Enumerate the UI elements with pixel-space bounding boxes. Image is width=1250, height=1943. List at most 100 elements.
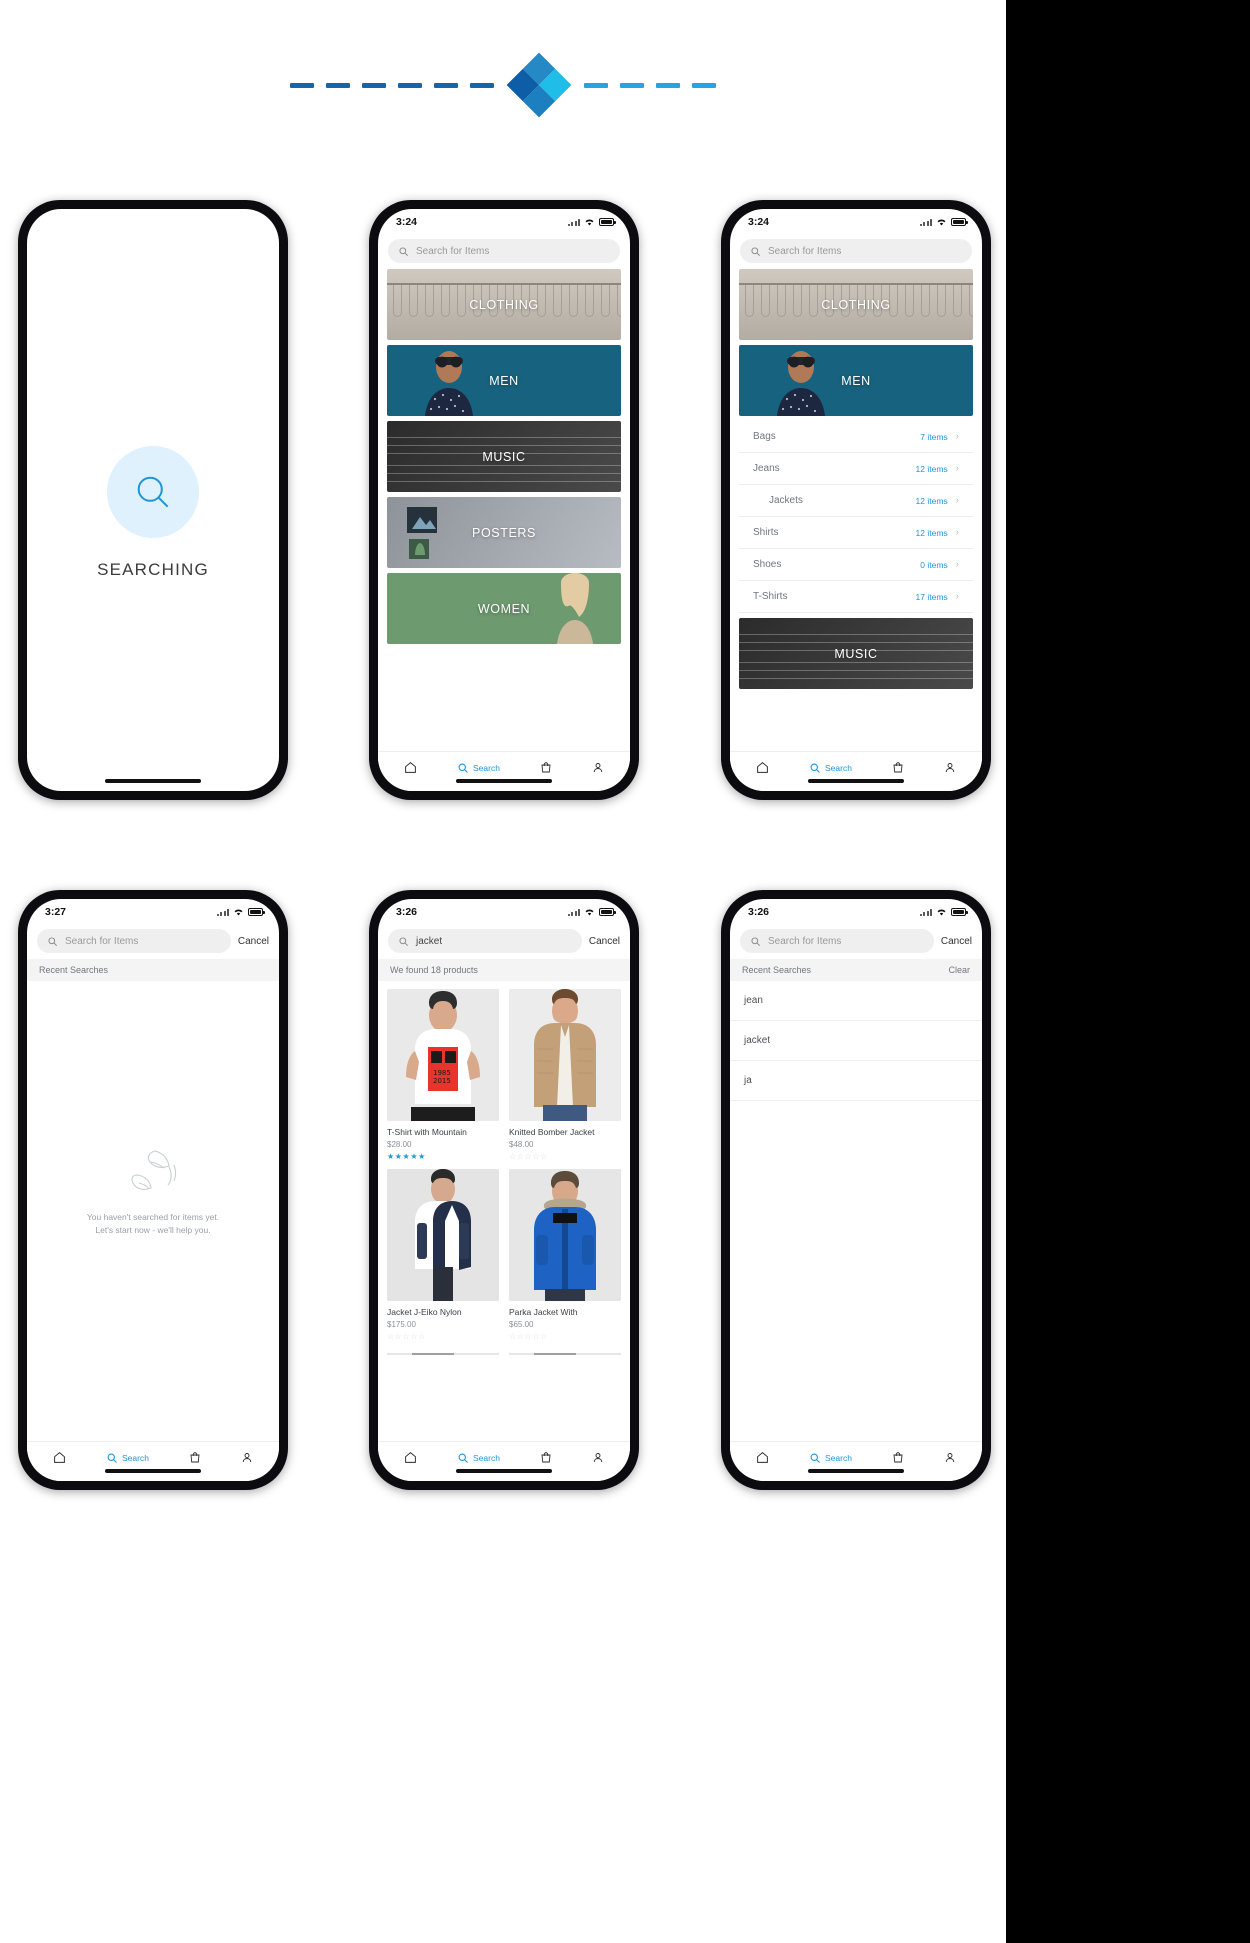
subcategory-count: 12 items [915, 527, 948, 538]
product-card[interactable]: Knitted Bomber Jacket $48.00 ☆☆☆☆☆ [509, 989, 621, 1161]
product-card[interactable]: Jacket J-Eiko Nylon $175.00 ☆☆☆☆☆ [387, 1169, 499, 1341]
signal-icon [216, 908, 229, 916]
nav-profile[interactable] [592, 761, 604, 774]
search-value: jacket [416, 935, 443, 947]
chevron-right-icon: › [955, 527, 959, 538]
search-placeholder: Search for Items [65, 935, 139, 947]
subcategory-row-jackets[interactable]: Jackets 12 items › [739, 485, 973, 517]
nav-home[interactable] [53, 1451, 66, 1464]
category-tile-music[interactable]: MUSIC [739, 618, 973, 689]
bottom-nav[interactable]: Search [378, 1441, 630, 1481]
nav-bag[interactable] [540, 761, 552, 774]
nav-bag[interactable] [189, 1451, 201, 1464]
product-grid[interactable]: 1985 2015 T-Shirt with Mountain $28.00 ★… [378, 981, 630, 1441]
search-icon [399, 246, 408, 256]
scroll-indicators [387, 1353, 621, 1355]
nav-search[interactable]: Search [809, 762, 852, 774]
phone-recent-list: 3:26 Search for Items Cancel Recent Sear… [721, 890, 991, 1490]
status-time: 3:26 [748, 906, 770, 918]
search-row: Search for Items [378, 235, 630, 269]
nav-search[interactable]: Search [457, 1452, 500, 1464]
nav-search[interactable]: Search [809, 1452, 852, 1464]
category-tile-men[interactable]: MEN [739, 345, 973, 416]
nav-home[interactable] [756, 1451, 769, 1464]
recent-search-item[interactable]: jacket [730, 1021, 982, 1061]
subcategory-name: Jeans [753, 463, 780, 474]
bottom-nav[interactable]: Search [378, 751, 630, 791]
brand-logo-strip [0, 52, 1006, 118]
category-tile-list[interactable]: CLOTHING MEN MUSIC POSTERS WOMEN [378, 269, 630, 751]
nav-search[interactable]: Search [106, 1452, 149, 1464]
subcategory-row-jeans[interactable]: Jeans 12 items › [739, 453, 973, 485]
subcategory-row-shirts[interactable]: Shirts 12 items › [739, 517, 973, 549]
recent-search-list[interactable]: jean jacket ja [730, 981, 982, 1441]
nav-bag[interactable] [892, 1451, 904, 1464]
nav-home[interactable] [404, 1451, 417, 1464]
search-input[interactable]: Search for Items [740, 239, 972, 263]
wifi-icon [937, 219, 946, 226]
nav-home[interactable] [404, 761, 417, 774]
nav-home[interactable] [756, 761, 769, 774]
recent-searches-header: Recent Searches [27, 959, 279, 981]
nav-label: Search [825, 762, 852, 773]
nav-label: Search [825, 1452, 852, 1463]
product-price: $28.00 [387, 1140, 412, 1149]
subcategory-row-tshirts[interactable]: T-Shirts 17 items › [739, 581, 973, 613]
cancel-button[interactable]: Cancel [238, 936, 269, 947]
home-icon [757, 761, 768, 773]
search-placeholder: Search for Items [768, 935, 842, 947]
category-tile-women[interactable]: WOMEN [387, 573, 621, 644]
product-image-parka-jacket[interactable] [509, 1169, 621, 1301]
bottom-nav[interactable]: Search [730, 751, 982, 791]
nav-profile[interactable] [241, 1451, 253, 1464]
nav-profile[interactable] [944, 761, 956, 774]
search-input[interactable]: Search for Items [388, 239, 620, 263]
nav-bag[interactable] [540, 1451, 552, 1464]
wifi-icon [585, 219, 594, 226]
nav-search[interactable]: Search [457, 762, 500, 774]
category-tile-men[interactable]: MEN [387, 345, 621, 416]
subcategory-row-bags[interactable]: Bags 7 items › [739, 421, 973, 453]
person-icon [945, 763, 955, 773]
cancel-button[interactable]: Cancel [941, 936, 972, 947]
product-image-tshirt-mountain[interactable]: 1985 2015 [387, 989, 499, 1121]
wifi-icon [937, 909, 946, 916]
search-input[interactable]: Search for Items [37, 929, 231, 953]
nav-label: Search [122, 1452, 149, 1463]
bottom-nav[interactable]: Search [730, 1441, 982, 1481]
home-indicator [808, 1469, 904, 1473]
signal-icon [919, 908, 932, 916]
chevron-right-icon: › [955, 431, 959, 442]
home-indicator [456, 1469, 552, 1473]
category-tile-clothing[interactable]: CLOTHING [387, 269, 621, 340]
person-icon [593, 763, 603, 773]
search-input[interactable]: jacket [388, 929, 582, 953]
empty-state-message: You haven't searched for items yet. Let'… [87, 1211, 219, 1237]
subcategory-name: T-Shirts [753, 591, 788, 602]
search-input[interactable]: Search for Items [740, 929, 934, 953]
category-scroll[interactable]: CLOTHING MEN Bags 7 items › Jeans 12 ite… [730, 269, 982, 751]
product-image-nylon-jacket[interactable] [387, 1169, 499, 1301]
clear-button[interactable]: Clear [948, 965, 970, 975]
category-tile-posters[interactable]: POSTERS [387, 497, 621, 568]
cancel-button[interactable]: Cancel [589, 936, 620, 947]
nav-bag[interactable] [892, 761, 904, 774]
subcategory-row-shoes[interactable]: Shoes 0 items › [739, 549, 973, 581]
woman-silhouette [557, 573, 593, 644]
product-image-bomber-jacket[interactable] [509, 989, 621, 1121]
bottom-nav[interactable]: Search [27, 1441, 279, 1481]
product-rating: ☆☆☆☆☆ [387, 1332, 426, 1341]
subcategory-list[interactable]: Bags 7 items › Jeans 12 items › Jackets … [739, 421, 973, 613]
nav-profile[interactable] [592, 1451, 604, 1464]
category-tile-music[interactable]: MUSIC [387, 421, 621, 492]
product-card[interactable]: 1985 2015 T-Shirt with Mountain $28.00 ★… [387, 989, 499, 1161]
recent-search-item[interactable]: ja [730, 1061, 982, 1101]
phone-category-expanded: 3:24 Search for Items CLOTHING MEN Bags … [721, 200, 991, 800]
category-tile-clothing[interactable]: CLOTHING [739, 269, 973, 340]
nav-profile[interactable] [944, 1451, 956, 1464]
product-card[interactable]: Parka Jacket With $65.00 ☆☆☆☆☆ [509, 1169, 621, 1341]
subcategory-count: 0 items [920, 559, 948, 570]
category-label: MUSIC [834, 646, 878, 661]
recent-search-item[interactable]: jean [730, 981, 982, 1021]
right-gutter [1006, 0, 1250, 1943]
